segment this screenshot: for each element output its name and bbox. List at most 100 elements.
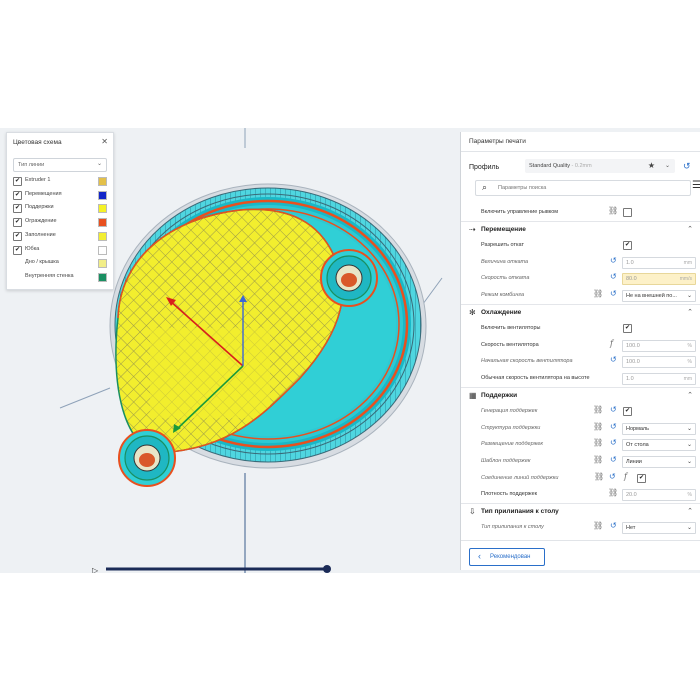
- reset-icon[interactable]: ↺: [610, 356, 617, 364]
- setting-row[interactable]: Размещение поддержек ⛓ ↺ От стола ⌄: [461, 436, 700, 452]
- legend-item[interactable]: ✔ Поддержки: [13, 203, 113, 214]
- setting-unit: %: [687, 359, 692, 366]
- legend-checkbox[interactable]: ✔: [13, 245, 22, 255]
- link-icon[interactable]: ⛓: [593, 290, 603, 298]
- legend-label: Дно / крышка: [25, 259, 59, 266]
- setting-row[interactable]: Величина отката ↺ 1.0 mm: [461, 254, 700, 270]
- reset-icon[interactable]: ↺: [610, 256, 617, 265]
- chevron-up-icon[interactable]: ⌃: [687, 225, 693, 233]
- link-icon[interactable]: ⛓: [593, 456, 603, 464]
- reset-icon[interactable]: ↺: [609, 472, 616, 481]
- setting-unit: mm: [683, 376, 692, 382]
- setting-input[interactable]: 1.0 mm: [622, 373, 696, 385]
- reset-icon[interactable]: ↺: [610, 439, 617, 447]
- setting-input[interactable]: 20.0%: [622, 489, 696, 502]
- category-cooling[interactable]: ✻ Охлаждение ⌃: [461, 303, 700, 321]
- legend-checkbox[interactable]: ✔: [13, 231, 22, 241]
- chevron-up-icon[interactable]: ⌃: [687, 308, 693, 316]
- setting-input[interactable]: 80.0 mm/s: [622, 273, 696, 286]
- category-travel[interactable]: ⇢ Перемещение ⌃: [461, 220, 700, 238]
- setting-row[interactable]: Структура поддержки ⛓ ↺ Нормаль ⌄: [461, 420, 700, 436]
- link-icon[interactable]: ⛓: [594, 472, 604, 481]
- print-settings-title: Параметры печати: [469, 138, 526, 145]
- search-icon: ⌕: [482, 182, 488, 192]
- reset-icon[interactable]: ↺: [610, 273, 617, 281]
- link-icon[interactable]: ⛓: [593, 422, 603, 431]
- setting-row[interactable]: Тип прилипания к столу ⛓ ↺ Нет ⌄: [461, 519, 700, 535]
- search-input[interactable]: [498, 183, 678, 192]
- setting-input[interactable]: 1.0 mm: [622, 256, 696, 269]
- link-icon[interactable]: ⛓: [608, 489, 618, 497]
- setting-input[interactable]: 100.0%: [622, 339, 696, 352]
- setting-row[interactable]: Разрешить откат ✔: [461, 237, 700, 253]
- reset-icon[interactable]: ↺: [610, 522, 617, 530]
- legend-item[interactable]: ✔ Ограждение: [13, 217, 113, 228]
- setting-row[interactable]: Включить управление рывком ⛓: [461, 204, 700, 220]
- link-icon[interactable]: ⛓: [593, 522, 603, 530]
- settings-list[interactable]: Включить управление рывком ⛓ ⇢ Перемещение ⌃…: [461, 200, 700, 540]
- setting-unit: %: [687, 342, 692, 349]
- setting-input[interactable]: 100.0%: [622, 356, 696, 369]
- setting-row[interactable]: Режим комбинга ⛓ ↺ Не на внешней по... ⌄: [461, 287, 700, 303]
- category-support[interactable]: ▦ Поддержки ⌃: [461, 386, 700, 404]
- setting-dropdown[interactable]: От стола ⌄: [622, 439, 696, 452]
- legend-item[interactable]: Дно / крышка: [13, 258, 113, 269]
- setting-checkbox[interactable]: ✔: [637, 473, 646, 483]
- legend-item[interactable]: ✔ Перемещения: [13, 190, 113, 200]
- setting-label: Скорость отката: [481, 275, 530, 282]
- setting-row[interactable]: Включить вентиляторы ✔: [461, 320, 700, 336]
- star-icon[interactable]: ★: [648, 161, 655, 170]
- setting-row[interactable]: Соединение линий поддержки ⛓ ↺ f ✔: [461, 470, 700, 486]
- setting-value: 100.0: [626, 342, 640, 349]
- legend-checkbox[interactable]: ✔: [13, 204, 22, 214]
- setting-row[interactable]: Скорость отката ↺ 80.0 mm/s: [461, 270, 700, 286]
- setting-row[interactable]: Генерация поддержек ⛓ ↺ ✔: [461, 403, 700, 419]
- setting-row[interactable]: Плотность поддержек ⛓ 20.0%: [461, 486, 700, 502]
- legend-checkbox[interactable]: ✔: [13, 218, 22, 228]
- legend-item[interactable]: ✔ Extruder 1: [13, 176, 113, 186]
- reset-icon[interactable]: ↺: [610, 456, 617, 464]
- recommended-button[interactable]: ‹ Рекомендован: [469, 548, 545, 566]
- setting-value: Линии: [626, 459, 642, 465]
- reset-icon[interactable]: ↺: [610, 290, 617, 298]
- setting-row[interactable]: Шаблон поддержек ⛓ ↺ Линии ⌄: [461, 453, 700, 469]
- reset-icon[interactable]: ↺: [610, 406, 617, 414]
- legend-checkbox[interactable]: ✔: [13, 190, 22, 200]
- reset-icon[interactable]: ↺: [610, 422, 617, 431]
- setting-value: От стола: [626, 442, 649, 449]
- setting-row[interactable]: Скорость вентилятора f 100.0%: [461, 337, 700, 353]
- function-icon[interactable]: f: [610, 339, 613, 348]
- profile-dropdown[interactable]: Standard Quality - 0.2mm ★ ⌄: [525, 159, 675, 173]
- category-adhesion[interactable]: ⇩ Тип прилипания к столу ⌃: [461, 502, 700, 520]
- menu-icon[interactable]: ☰: [692, 180, 700, 191]
- setting-row[interactable]: Обычная скорость вентилятора на высоте 1.…: [461, 370, 700, 386]
- setting-dropdown[interactable]: Линии ⌄: [622, 456, 696, 468]
- setting-checkbox[interactable]: ✔: [623, 241, 632, 251]
- close-icon[interactable]: ✕: [101, 137, 108, 146]
- setting-row[interactable]: Начальная скорость вентилятора ↺ 100.0%: [461, 353, 700, 369]
- legend-checkbox[interactable]: ✔: [13, 177, 22, 186]
- setting-checkbox[interactable]: [623, 208, 632, 217]
- setting-dropdown[interactable]: Нормаль ⌄: [622, 422, 696, 435]
- legend-item[interactable]: ✔ Заполнение: [13, 231, 113, 241]
- reset-icon[interactable]: ↺: [683, 161, 691, 172]
- color-scheme-dropdown[interactable]: Тип линии ⌄: [13, 158, 107, 172]
- setting-value: Не на внешней по...: [626, 293, 677, 299]
- setting-checkbox[interactable]: ✔: [623, 407, 632, 417]
- setting-checkbox[interactable]: ✔: [623, 324, 632, 334]
- link-icon[interactable]: ⛓: [608, 207, 618, 215]
- legend-color-swatch: [98, 272, 107, 282]
- color-scheme-dropdown-value: Тип линии: [18, 162, 45, 168]
- settings-search[interactable]: ⌕: [475, 180, 691, 196]
- chevron-up-icon[interactable]: ⌃: [687, 507, 693, 515]
- setting-dropdown[interactable]: Не на внешней по... ⌄: [622, 290, 696, 302]
- chevron-up-icon[interactable]: ⌃: [687, 391, 693, 399]
- setting-label: Структура поддержки: [481, 424, 541, 431]
- setting-dropdown[interactable]: Нет ⌄: [622, 522, 696, 535]
- legend-color-swatch: [98, 259, 107, 269]
- link-icon[interactable]: ⛓: [593, 406, 603, 414]
- link-icon[interactable]: ⛓: [593, 439, 603, 447]
- function-icon[interactable]: f: [624, 472, 627, 481]
- legend-item[interactable]: Внутренняя стенка: [13, 272, 113, 282]
- legend-item[interactable]: ✔ Юбка: [13, 245, 113, 255]
